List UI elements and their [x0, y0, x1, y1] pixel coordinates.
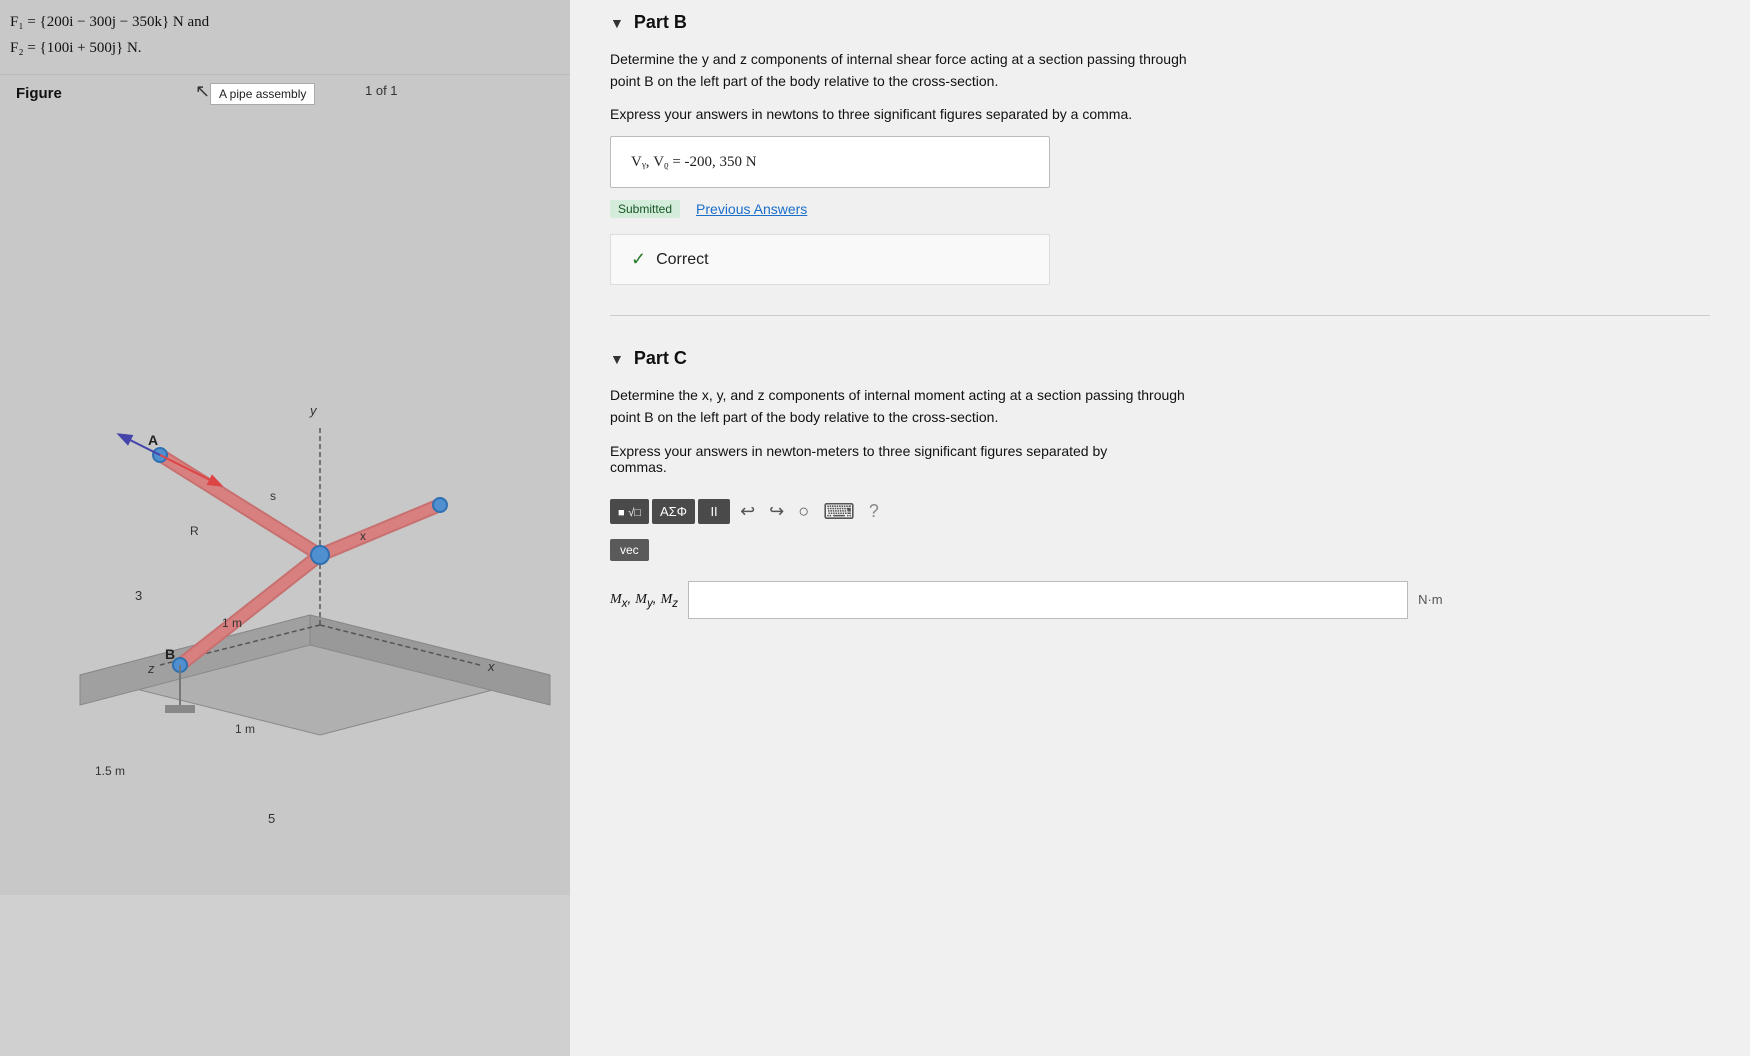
correct-box: ✓ Correct: [610, 234, 1050, 285]
section-divider: [610, 315, 1710, 316]
sqrt-icon: ■: [618, 507, 625, 519]
part-c-title: Part C: [634, 348, 687, 369]
toolbar-left-group: ■ √□ AΣΦ II: [610, 499, 730, 524]
figure-area: Figure ↖ A pipe assembly 1 of 1 x y: [0, 75, 570, 895]
moment-answer-input[interactable]: [688, 581, 1408, 619]
right-panel: ▼ Part B Determine the y and z component…: [570, 0, 1750, 1056]
sigma-button[interactable]: AΣΦ: [652, 499, 695, 524]
sqrt-label: √□: [628, 507, 641, 519]
vec-button[interactable]: vec: [610, 539, 649, 561]
part-c-collapse-arrow[interactable]: ▼: [610, 351, 624, 367]
part-b-answer-value: Vᵧ, Vᵨ = -200, 350 N: [631, 154, 757, 170]
left-panel: F₁ = {200i − 300j − 350k} N and F₂ = {10…: [0, 0, 570, 1056]
force-2-text: F₂ = {100i + 500j} N.: [10, 36, 554, 60]
correct-label: Correct: [656, 251, 708, 269]
part-b-description: Determine the y and z components of inte…: [610, 49, 1710, 92]
sqrt-button[interactable]: ■ √□: [610, 499, 649, 524]
svg-text:5: 5: [268, 811, 275, 826]
part-b-section: ▼ Part B Determine the y and z component…: [610, 0, 1710, 285]
undo-button[interactable]: ↩: [736, 497, 759, 526]
vec-row: vec: [610, 539, 1710, 571]
moment-label: Mx, My, Mz: [610, 590, 678, 610]
figure-label: Figure: [16, 85, 62, 102]
cursor-icon: ↖: [195, 81, 210, 102]
math-toolbar: ■ √□ AΣΦ II ↩ ↪ ○ ⌨ ?: [610, 495, 1710, 529]
svg-text:B: B: [165, 646, 175, 662]
figure-tooltip: A pipe assembly: [210, 83, 315, 105]
svg-text:1.5 m: 1.5 m: [95, 764, 125, 778]
correct-checkmark-icon: ✓: [631, 249, 646, 270]
svg-text:A: A: [148, 432, 158, 448]
force-1-text: F₁ = {200i − 300j − 350k} N and: [10, 10, 554, 34]
part-c-description: Determine the x, y, and z components of …: [610, 385, 1710, 428]
help-icon: ?: [869, 501, 879, 522]
submitted-badge: Submitted: [610, 200, 680, 218]
answer-input-row: Mx, My, Mz N·m: [610, 581, 1710, 619]
pipe-figure: x y z A: [0, 175, 570, 855]
part-c-express: Express your answers in newton-meters to…: [610, 443, 1710, 475]
nm-unit-label: N·m: [1418, 592, 1443, 607]
of-label: 1 of 1: [365, 83, 398, 98]
reset-button[interactable]: ○: [794, 497, 813, 526]
part-c-section: ▼ Part C Determine the x, y, and z compo…: [610, 336, 1710, 618]
part-b-collapse-arrow[interactable]: ▼: [610, 15, 624, 31]
svg-text:3: 3: [135, 588, 142, 603]
svg-text:z: z: [147, 661, 155, 676]
svg-text:1 m: 1 m: [222, 616, 242, 630]
svg-text:R: R: [190, 524, 199, 538]
keyboard-button[interactable]: ⌨: [819, 495, 859, 529]
svg-text:x: x: [360, 529, 366, 543]
part-b-answer-box: Vᵧ, Vᵨ = -200, 350 N: [610, 136, 1050, 188]
svg-text:1 m: 1 m: [235, 722, 255, 736]
part-c-header: ▼ Part C: [610, 336, 1710, 385]
redo-button[interactable]: ↪: [765, 497, 788, 526]
pipe-button[interactable]: II: [698, 499, 730, 524]
part-b-express: Express your answers in newtons to three…: [610, 106, 1710, 122]
svg-text:x: x: [487, 659, 495, 674]
previous-answers-row: Submitted Previous Answers: [610, 200, 1710, 218]
part-b-header: ▼ Part B: [610, 0, 1710, 49]
part-b-title: Part B: [634, 12, 687, 33]
forces-text-block: F₁ = {200i − 300j − 350k} N and F₂ = {10…: [0, 0, 570, 75]
previous-answers-link[interactable]: Previous Answers: [696, 201, 807, 217]
svg-text:s: s: [270, 489, 276, 503]
